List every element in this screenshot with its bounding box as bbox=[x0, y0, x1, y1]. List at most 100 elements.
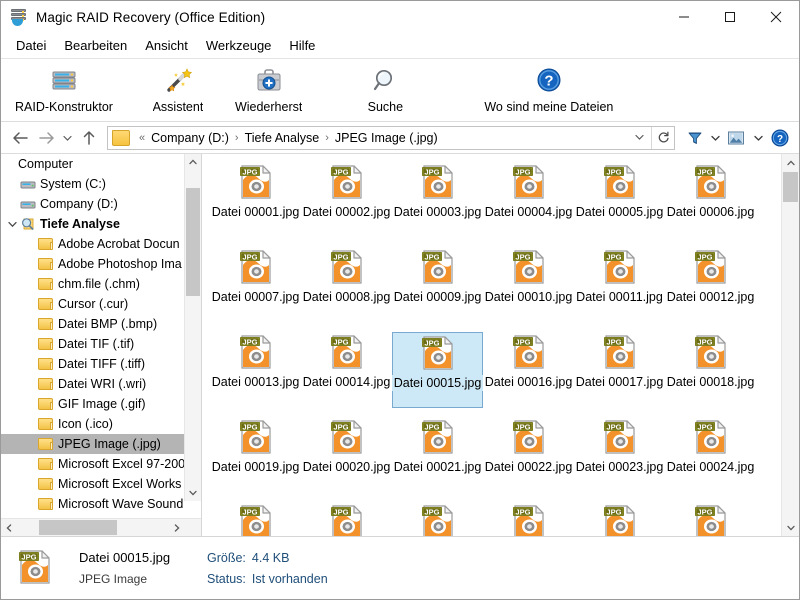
sidebar-horizontal-scrollbar[interactable] bbox=[1, 518, 201, 536]
filter-funnel-icon[interactable] bbox=[683, 126, 707, 150]
scroll-left-arrow-icon[interactable] bbox=[1, 520, 17, 536]
tree-item[interactable]: Datei TIF (.tif) bbox=[1, 334, 201, 354]
file-item[interactable]: JPG Datei 00030.jpg bbox=[665, 502, 756, 536]
recovery-button[interactable]: Wiederherst bbox=[229, 61, 308, 114]
svg-text:JPG: JPG bbox=[333, 337, 348, 346]
menu-item-hilfe[interactable]: Hilfe bbox=[280, 35, 324, 56]
file-item[interactable]: JPG Datei 00020.jpg bbox=[301, 417, 392, 493]
tree-item[interactable]: Microsoft Wave Sound bbox=[1, 494, 201, 514]
help-circle-icon[interactable]: ? bbox=[767, 126, 793, 150]
tree-item[interactable]: Adobe Photoshop Ima bbox=[1, 254, 201, 274]
magic-wand-icon bbox=[163, 64, 193, 98]
file-item[interactable]: JPG Datei 00028.jpg bbox=[483, 502, 574, 536]
sidebar-scroll-thumb[interactable] bbox=[186, 188, 200, 296]
file-item[interactable]: JPG Datei 00002.jpg bbox=[301, 162, 392, 238]
address-bar: « Company (D:) › Tiefe Analyse › JPEG Im… bbox=[1, 122, 799, 154]
file-item[interactable]: JPG Datei 00006.jpg bbox=[665, 162, 756, 238]
close-button[interactable] bbox=[753, 1, 799, 33]
folder-tree[interactable]: Computer System (C:) Company (D:) Tiefe Ana… bbox=[1, 154, 201, 518]
tree-item[interactable]: GIF Image (.gif) bbox=[1, 394, 201, 414]
tree-item[interactable]: System (C:) bbox=[1, 174, 201, 194]
file-pane[interactable]: JPG Datei 00001.jpg JPG Datei 00002.jpg … bbox=[202, 154, 799, 536]
svg-text:JPG: JPG bbox=[697, 167, 712, 176]
sidebar-hscroll-thumb[interactable] bbox=[39, 520, 117, 535]
file-item[interactable]: JPG Datei 00018.jpg bbox=[665, 332, 756, 408]
where-are-my-files-button[interactable]: ? Wo sind meine Dateien bbox=[478, 61, 619, 114]
menu-item-ansicht[interactable]: Ansicht bbox=[136, 35, 197, 56]
breadcrumb-item-1[interactable]: Tiefe Analyse bbox=[244, 131, 321, 145]
menu-item-datei[interactable]: Datei bbox=[7, 35, 55, 56]
breadcrumb-item-2[interactable]: JPEG Image (.jpg) bbox=[334, 131, 439, 145]
view-image-icon[interactable] bbox=[723, 126, 749, 150]
tree-item[interactable]: Adobe Acrobat Docun bbox=[1, 234, 201, 254]
file-item[interactable]: JPG Datei 00003.jpg bbox=[392, 162, 483, 238]
breadcrumb-separator: › bbox=[234, 131, 239, 144]
search-button[interactable]: Suche bbox=[350, 61, 420, 114]
file-item[interactable]: JPG Datei 00004.jpg bbox=[483, 162, 574, 238]
chevron-down-icon[interactable] bbox=[628, 132, 651, 143]
file-item[interactable]: JPG Datei 00007.jpg bbox=[210, 247, 301, 323]
breadcrumb-item-0[interactable]: Company (D:) bbox=[150, 131, 230, 145]
tree-item[interactable]: JPEG Image (.jpg) bbox=[1, 434, 201, 454]
file-item[interactable]: JPG Datei 00008.jpg bbox=[301, 247, 392, 323]
menu-item-werkzeuge[interactable]: Werkzeuge bbox=[197, 35, 281, 56]
file-pane-scrollbar[interactable] bbox=[781, 154, 799, 536]
tree-item[interactable]: Computer bbox=[1, 154, 201, 174]
scroll-down-arrow-icon[interactable] bbox=[782, 519, 799, 536]
assistant-button[interactable]: Assistent bbox=[143, 61, 213, 114]
file-item[interactable]: JPG Datei 00026.jpg bbox=[301, 502, 392, 536]
tree-item[interactable]: Icon (.ico) bbox=[1, 414, 201, 434]
file-item[interactable]: JPG Datei 00021.jpg bbox=[392, 417, 483, 493]
history-dropdown-button[interactable] bbox=[59, 126, 76, 150]
file-pane-scroll-thumb[interactable] bbox=[783, 172, 798, 202]
file-item[interactable]: JPG Datei 00027.jpg bbox=[392, 502, 483, 536]
address-input[interactable]: « Company (D:) › Tiefe Analyse › JPEG Im… bbox=[107, 125, 675, 150]
file-item[interactable]: JPG Datei 00011.jpg bbox=[574, 247, 665, 323]
back-button[interactable] bbox=[7, 126, 33, 150]
forward-button[interactable] bbox=[33, 126, 59, 150]
file-item[interactable]: JPG Datei 00024.jpg bbox=[665, 417, 756, 493]
jpg-file-icon: JPG bbox=[512, 505, 544, 536]
scroll-right-arrow-icon[interactable] bbox=[169, 520, 185, 536]
tree-item[interactable]: Datei BMP (.bmp) bbox=[1, 314, 201, 334]
raid-constructor-button[interactable]: RAID-Konstruktor bbox=[9, 61, 119, 114]
tree-item[interactable]: Company (D:) bbox=[1, 194, 201, 214]
file-item[interactable]: JPG Datei 00012.jpg bbox=[665, 247, 756, 323]
file-item[interactable]: JPG Datei 00017.jpg bbox=[574, 332, 665, 408]
file-item[interactable]: JPG Datei 00001.jpg bbox=[210, 162, 301, 238]
tree-item[interactable]: Datei TIFF (.tiff) bbox=[1, 354, 201, 374]
file-item[interactable]: JPG Datei 00029.jpg bbox=[574, 502, 665, 536]
refresh-button[interactable] bbox=[651, 126, 674, 149]
svg-text:JPG: JPG bbox=[333, 507, 348, 516]
jpg-file-icon: JPG bbox=[421, 250, 453, 284]
tree-item[interactable]: Microsoft Excel Works bbox=[1, 474, 201, 494]
file-item[interactable]: JPG Datei 00010.jpg bbox=[483, 247, 574, 323]
file-item[interactable]: JPG Datei 00013.jpg bbox=[210, 332, 301, 408]
file-item[interactable]: JPG Datei 00023.jpg bbox=[574, 417, 665, 493]
expander-collapse-icon[interactable] bbox=[5, 221, 20, 228]
tree-item[interactable]: Cursor (.cur) bbox=[1, 294, 201, 314]
scroll-up-arrow-icon[interactable] bbox=[185, 154, 201, 170]
file-item[interactable]: JPG Datei 00025.jpg bbox=[210, 502, 301, 536]
tree-item[interactable]: Datei WRI (.wri) bbox=[1, 374, 201, 394]
scroll-down-arrow-icon[interactable] bbox=[185, 485, 201, 501]
file-thumbnail: JPG bbox=[600, 417, 640, 457]
scroll-up-arrow-icon[interactable] bbox=[782, 154, 799, 171]
menu-item-bearbeiten[interactable]: Bearbeiten bbox=[55, 35, 136, 56]
file-item[interactable]: JPG Datei 00015.jpg bbox=[391, 332, 484, 408]
tree-item[interactable]: Microsoft Excel 97-200 bbox=[1, 454, 201, 474]
tree-item[interactable]: Tiefe Analyse bbox=[1, 214, 201, 234]
maximize-button[interactable] bbox=[707, 1, 753, 33]
up-button[interactable] bbox=[76, 126, 102, 150]
file-item[interactable]: JPG Datei 00014.jpg bbox=[301, 332, 392, 408]
file-item[interactable]: JPG Datei 00022.jpg bbox=[483, 417, 574, 493]
file-item[interactable]: JPG Datei 00009.jpg bbox=[392, 247, 483, 323]
filter-dropdown-button[interactable] bbox=[707, 126, 723, 150]
file-item[interactable]: JPG Datei 00005.jpg bbox=[574, 162, 665, 238]
tree-item[interactable]: chm.file (.chm) bbox=[1, 274, 201, 294]
file-item[interactable]: JPG Datei 00019.jpg bbox=[210, 417, 301, 493]
view-dropdown-button[interactable] bbox=[749, 126, 767, 150]
sidebar-vertical-scrollbar[interactable] bbox=[184, 154, 201, 501]
file-item[interactable]: JPG Datei 00016.jpg bbox=[483, 332, 574, 408]
minimize-button[interactable] bbox=[661, 1, 707, 33]
